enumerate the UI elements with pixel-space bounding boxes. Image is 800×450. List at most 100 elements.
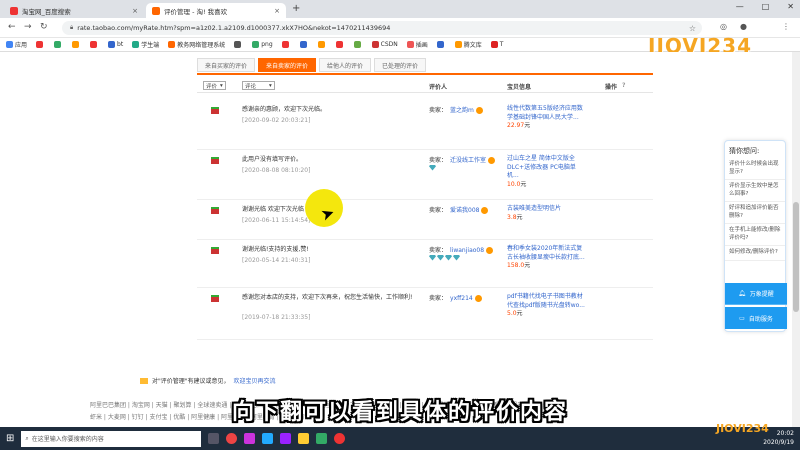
- bookmark-favicon-icon: [72, 41, 80, 48]
- reviewer-header: 评价人: [429, 84, 448, 91]
- item-info: pdf书籍代找电子书图书教材代查找pdf版随书光盘转wo... 5.0元: [507, 293, 587, 319]
- url-field[interactable]: 🔒︎ rate.taobao.com/myRate.htm?spm=a1z02.…: [62, 21, 702, 35]
- new-tab-button[interactable]: +: [292, 3, 300, 14]
- faq-question-link[interactable]: 好评和追加评价能否删除?: [725, 202, 785, 224]
- content-select[interactable]: 评论 ▾: [242, 81, 275, 90]
- reminder-button[interactable]: 🔔︎ 万象提醒: [725, 283, 787, 305]
- bookmark-item[interactable]: 应用: [6, 40, 27, 49]
- bookmark-favicon-icon: [6, 41, 13, 48]
- seller-link[interactable]: liwanjiao08: [450, 247, 484, 254]
- bookmark-item[interactable]: 腾文库: [454, 40, 482, 49]
- bookmark-item[interactable]: [299, 41, 309, 48]
- item-link[interactable]: 线性代数第五5版经济应用数学基础封锋中国人民大学...: [507, 105, 587, 122]
- faq-question-link[interactable]: 如何修改/删除评价?: [725, 246, 785, 261]
- faq-question-link[interactable]: 评价什么时候会出现显示?: [725, 158, 785, 180]
- profile-icon[interactable]: ●: [740, 22, 747, 31]
- bookmark-item[interactable]: CSDN: [371, 41, 398, 48]
- bookmark-item[interactable]: [36, 41, 45, 48]
- seller-link[interactable]: 迁没线工作室: [450, 157, 486, 164]
- review-text: 此用户没有填写评价。: [242, 156, 303, 163]
- bookmark-item[interactable]: [317, 41, 327, 48]
- bookmark-favicon-icon: [406, 41, 414, 48]
- close-window-icon[interactable]: ✕: [787, 2, 794, 11]
- back-icon[interactable]: ←: [8, 22, 16, 32]
- item-info-header: 宝贝信息: [507, 84, 532, 91]
- reload-icon[interactable]: ↻: [40, 22, 48, 32]
- chevron-down-icon: ▾: [269, 82, 272, 89]
- seller-link[interactable]: 爱诺我008: [450, 207, 479, 214]
- item-link[interactable]: 过山车之星 简体中文版全DLC+送修改器 PC电脑单机...: [507, 155, 587, 181]
- record-icon[interactable]: [334, 433, 346, 444]
- maximize-icon[interactable]: □: [762, 2, 770, 11]
- bookmark-item[interactable]: [54, 41, 63, 48]
- feedback-link[interactable]: 欢迎宝贝再交流: [234, 376, 276, 385]
- bookmark-favicon-icon: [454, 41, 462, 48]
- bookmark-item[interactable]: [72, 41, 81, 48]
- bookmark-favicon-icon: [168, 41, 176, 48]
- help-assistant-panel: 猜你想问: 评价什么时候会出现显示? 评价显示生效中是怎么回事? 好评和追加评价能否…: [724, 140, 787, 332]
- browser-tab-active[interactable]: 评价管理 - 淘! 我喜欢 ×: [146, 3, 286, 18]
- forward-icon[interactable]: →: [24, 22, 32, 32]
- menu-icon[interactable]: ⋮: [782, 22, 790, 31]
- tab-underline: [197, 73, 653, 75]
- bookmark-item[interactable]: [436, 41, 446, 48]
- bookmark-item[interactable]: [353, 41, 363, 48]
- rating-select[interactable]: 评价 ▾: [203, 81, 226, 90]
- diamond-level-icon: [437, 254, 444, 261]
- column-header: 评价 ▾ 评论 ▾ 评价人 宝贝信息 操作 ?: [197, 79, 653, 93]
- extension-icon[interactable]: ◎: [720, 22, 727, 31]
- item-link[interactable]: 古装唯美造型明信片: [507, 205, 587, 214]
- faq-question-link[interactable]: 在手机上能修改/删除评价吗?: [725, 224, 785, 246]
- seller-badge-icon: [475, 107, 483, 114]
- scrollbar-thumb[interactable]: [793, 202, 799, 312]
- seller-link[interactable]: 蓝之韵m: [450, 107, 474, 114]
- minimize-icon[interactable]: —: [736, 2, 744, 11]
- bookmark-item[interactable]: [234, 41, 243, 48]
- photoshop-icon[interactable]: [262, 433, 274, 444]
- faq-question-link[interactable]: 评价显示生效中是怎么回事?: [725, 180, 785, 202]
- bookmark-item[interactable]: [335, 41, 345, 48]
- bookmark-item[interactable]: bt: [108, 41, 123, 48]
- bookmark-item[interactable]: 插画: [406, 40, 428, 49]
- after-effects-icon[interactable]: [280, 433, 292, 444]
- bookmark-star-icon[interactable]: ☆: [689, 24, 696, 33]
- review-tab[interactable]: 来自卖家的评价: [258, 58, 317, 72]
- help-icon[interactable]: ?: [622, 82, 625, 89]
- taskbar-search[interactable]: ⌕ 在这里输入你要搜索的内容: [21, 430, 202, 447]
- browser-tab-bar: 淘宝网_百度搜索 × 评价管理 - 淘! 我喜欢 × + — □ ✕: [0, 0, 800, 18]
- seller-badge-icon: [474, 295, 482, 302]
- channel-logo-small: JIOVI234: [716, 422, 769, 435]
- bookmark-item[interactable]: png: [252, 41, 273, 48]
- item-link[interactable]: pdf书籍代找电子书图书教材代查找pdf版随书光盘转wo...: [507, 293, 587, 310]
- close-tab-icon[interactable]: ×: [274, 7, 280, 15]
- bookmark-favicon-icon: [36, 41, 44, 48]
- good-rating-icon: [211, 247, 219, 254]
- review-tab[interactable]: 给他人的评价: [319, 58, 372, 72]
- task-view-icon[interactable]: [208, 433, 220, 444]
- scrollbar[interactable]: [792, 52, 800, 427]
- bookmark-item[interactable]: [281, 41, 291, 48]
- seller-info: 卖家： 爱诺我008: [429, 205, 489, 214]
- browser-tab[interactable]: 淘宝网_百度搜索 ×: [4, 3, 144, 18]
- bookmark-favicon-icon: [132, 41, 140, 48]
- tab-label: 淘宝网_百度搜索: [22, 7, 71, 16]
- bookmark-item[interactable]: [90, 41, 99, 48]
- item-link[interactable]: 春和季女装2020年新法式复古长袖收腰显瘦中长款打底...: [507, 245, 587, 262]
- self-service-button[interactable]: ▭ 自助服务: [725, 307, 787, 329]
- chrome-icon[interactable]: [226, 433, 238, 444]
- folder-icon[interactable]: [298, 433, 310, 444]
- review-tab[interactable]: 来自买家的评价: [197, 58, 256, 72]
- close-tab-icon[interactable]: ×: [132, 7, 138, 15]
- app-icon[interactable]: [316, 433, 328, 444]
- bookmark-item[interactable]: T: [490, 41, 503, 48]
- premiere-icon[interactable]: [244, 433, 256, 444]
- item-price: 10.0元: [507, 180, 527, 188]
- item-price: 22.97元: [507, 122, 531, 129]
- bookmark-favicon-icon: [490, 41, 498, 48]
- bookmark-item[interactable]: 教务网络管理系统: [168, 40, 225, 49]
- windows-start-icon[interactable]: ⊞: [6, 433, 14, 444]
- seller-link[interactable]: yxff214: [450, 295, 473, 302]
- review-tab[interactable]: 已处理的评价: [374, 58, 427, 72]
- diamond-level-icon: [445, 254, 452, 261]
- bookmark-item[interactable]: 学生端: [132, 40, 159, 49]
